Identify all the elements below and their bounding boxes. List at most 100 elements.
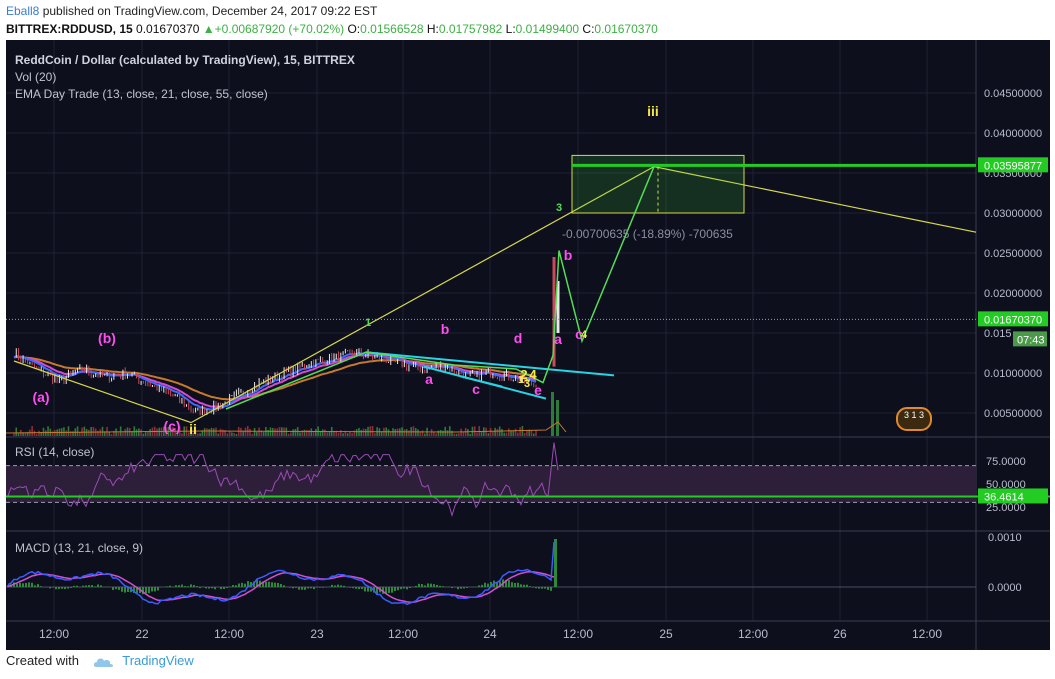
macd-histogram-bar xyxy=(478,585,480,587)
wave-label-d: d xyxy=(514,330,523,346)
volume-bar xyxy=(444,426,447,436)
low-label: L: xyxy=(505,22,516,36)
price-axis-tick: 0.02000000 xyxy=(984,288,1042,300)
macd-histogram-bar xyxy=(37,584,39,587)
macd-histogram-bar xyxy=(400,587,402,590)
macd-histogram-bar xyxy=(340,585,342,587)
macd-histogram-bar xyxy=(523,584,525,587)
macd-histogram-bar xyxy=(58,587,60,590)
macd-histogram-bar xyxy=(331,584,333,587)
volume-bar xyxy=(532,433,535,436)
macd-histogram-bar xyxy=(196,586,198,587)
rsi-axis-tick: 25.0000 xyxy=(986,502,1026,514)
volume-bar xyxy=(419,432,422,436)
macd-histogram-bar xyxy=(544,587,546,589)
created-with-label: Created with xyxy=(6,653,79,668)
macd-histogram-bar xyxy=(409,587,411,588)
macd-histogram-bar xyxy=(463,587,465,589)
macd-histogram-bar xyxy=(181,584,183,587)
macd-histogram-bar xyxy=(433,584,435,587)
macd-histogram-bar xyxy=(100,585,102,587)
macd-histogram-bar xyxy=(520,584,522,587)
volume-bar xyxy=(203,428,206,436)
tradingview-link[interactable]: TradingView xyxy=(122,653,194,668)
wave-label-a-small: a xyxy=(554,331,562,347)
volume-bar xyxy=(144,432,147,436)
macd-histogram-bar xyxy=(349,587,351,588)
time-axis-tick: 22 xyxy=(135,627,149,641)
macd-histogram-bar xyxy=(238,583,240,587)
macd-histogram-bar xyxy=(484,582,486,587)
volume-bar xyxy=(507,428,510,436)
volume-bar xyxy=(360,430,363,436)
high-value: 0.01757982 xyxy=(438,22,503,36)
time-axis-tick: 12:00 xyxy=(912,627,942,641)
price-change: +0.00687920 (+70.02%) xyxy=(214,22,345,36)
volume-bar xyxy=(219,428,222,436)
macd-histogram-bar xyxy=(292,587,294,589)
volume-bar xyxy=(244,427,247,436)
volume-bar xyxy=(476,432,478,436)
wave-label-a: a xyxy=(425,371,433,387)
macd-histogram-bar xyxy=(70,587,72,588)
legend-vol: Vol (20) xyxy=(15,70,56,84)
low-value: 0.01499400 xyxy=(515,22,580,36)
wave-label-iii: iii xyxy=(647,103,659,119)
last-price: 0.01670370 xyxy=(136,22,200,36)
measure-label: -0.00700635 (-18.89%) -700635 xyxy=(562,227,733,241)
volume-bar xyxy=(15,427,18,436)
volume-bar xyxy=(206,428,208,436)
volume-bar xyxy=(258,427,260,436)
macd-histogram-bar xyxy=(313,587,315,590)
volume-bar xyxy=(403,429,406,436)
volume-bar xyxy=(369,426,372,436)
volume-bar xyxy=(156,428,158,436)
macd-histogram-bar xyxy=(415,585,417,587)
publication-line: Eball8 published on TradingView.com, Dec… xyxy=(6,4,377,18)
macd-histogram-bar xyxy=(220,587,222,590)
macd-histogram-bar xyxy=(214,587,216,590)
time-axis-tick: 12:00 xyxy=(39,627,69,641)
volume-bar xyxy=(208,429,210,436)
volume-bar xyxy=(405,428,408,436)
macd-histogram-bar xyxy=(508,580,510,587)
volume-bar xyxy=(371,426,374,436)
macd-histogram-bar xyxy=(352,587,354,589)
macd-histogram-bar xyxy=(199,587,201,589)
macd-histogram-bar xyxy=(424,585,426,587)
volume-bar xyxy=(421,430,424,436)
macd-histogram-bar xyxy=(151,587,153,592)
volume-bar xyxy=(494,427,496,436)
volume-bar xyxy=(99,429,102,436)
macd-histogram-bar xyxy=(223,587,225,589)
macd-histogram-bar xyxy=(442,586,444,587)
time-axis-tick: 12:00 xyxy=(563,627,593,641)
volume-bar xyxy=(215,427,217,436)
macd-histogram-bar xyxy=(193,585,195,587)
chart-canvas[interactable]: -0.00700635 (-18.89%) -700635 (a) (b) (c) i… xyxy=(6,40,1050,650)
macd-histogram-bar xyxy=(511,582,513,587)
macd-histogram-bar xyxy=(88,585,90,587)
time-axis-tick: 25 xyxy=(659,627,673,641)
volume-bar xyxy=(253,427,256,436)
volume-bar xyxy=(551,392,554,436)
candle-timer: 07:43 xyxy=(1017,334,1045,346)
macd-histogram-bar xyxy=(554,539,557,587)
volume-bar xyxy=(92,427,95,436)
author-link[interactable]: Eball8 xyxy=(6,4,39,18)
macd-histogram-bar xyxy=(538,587,540,589)
volume-bar xyxy=(337,432,340,436)
macd-histogram-bar xyxy=(106,586,108,587)
macd-histogram-bar xyxy=(397,587,399,591)
volume-bar xyxy=(310,428,313,436)
volume-bar xyxy=(453,433,456,436)
publication-info: published on TradingView.com, December 2… xyxy=(42,4,378,18)
macd-histogram-bar xyxy=(532,587,534,588)
volume-bar xyxy=(412,426,415,436)
close-value: 0.01670370 xyxy=(594,22,658,36)
volume-bar xyxy=(294,428,297,436)
macd-histogram-bar xyxy=(64,587,66,590)
legend-ema: EMA Day Trade (13, close, 21, close, 55,… xyxy=(15,87,268,101)
volume-bar xyxy=(251,433,254,436)
price-axis-tick: 0.03000000 xyxy=(984,208,1042,220)
